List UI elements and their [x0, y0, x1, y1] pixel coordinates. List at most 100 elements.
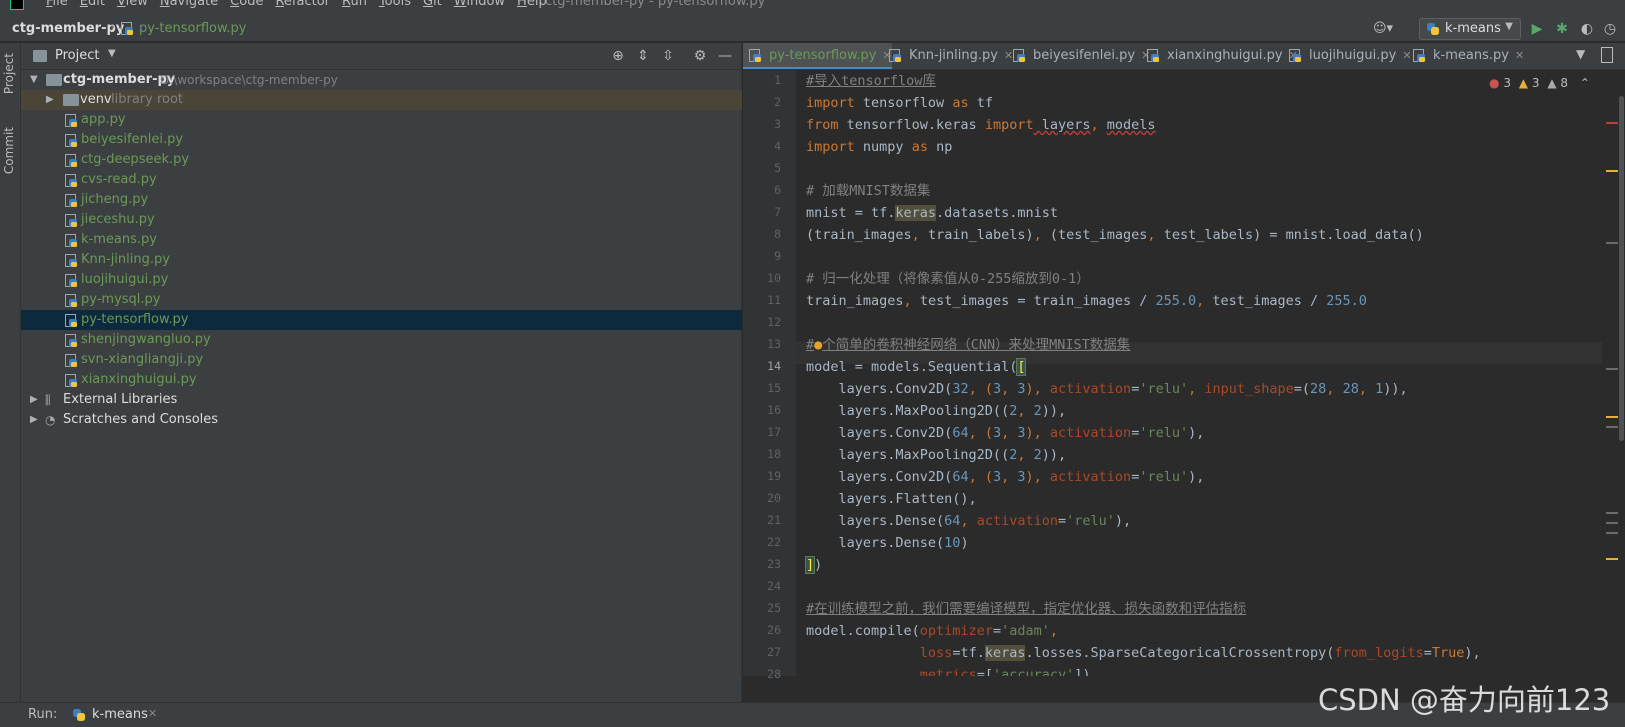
- tree-venv-row[interactable]: ▶ venv library root: [21, 90, 742, 110]
- weak-stripe-marker[interactable]: [1606, 426, 1618, 428]
- project-panel-title[interactable]: Project: [55, 48, 99, 63]
- menu-view[interactable]: View: [117, 0, 148, 9]
- expand-all-icon[interactable]: ⇕: [634, 47, 652, 65]
- chevron-down-icon[interactable]: ▼: [108, 48, 116, 59]
- close-icon[interactable]: ✕: [1515, 49, 1524, 62]
- editor-tab[interactable]: py-tensorflow.py ✕: [743, 43, 892, 69]
- tree-file-row[interactable]: beiyesifenlei.py: [21, 130, 742, 150]
- gear-icon[interactable]: ⚙: [691, 47, 709, 65]
- line-number: 2: [774, 95, 781, 109]
- code-line-25: #在训练模型之前，我们需要编译模型，指定优化器、损失函数和评估指标: [806, 601, 1247, 617]
- line-number: 12: [767, 315, 781, 329]
- line-number: 17: [767, 425, 781, 439]
- tree-file-row[interactable]: cvs-read.py: [21, 170, 742, 190]
- inspection-widget[interactable]: ● 3 ▲ 3 ▲ 8 ⌃ ⌄: [1489, 76, 1610, 90]
- error-icon: ●: [1489, 76, 1500, 90]
- weak-stripe-marker[interactable]: [1606, 532, 1618, 534]
- tree-file-row[interactable]: shenjingwangluo.py: [21, 330, 742, 350]
- warning-stripe-marker[interactable]: [1606, 416, 1618, 418]
- tree-file-row[interactable]: svn-xiangliangji.py: [21, 350, 742, 370]
- tree-file-row[interactable]: luojihuigui.py: [21, 270, 742, 290]
- tree-file-name: shenjingwangluo.py: [81, 332, 211, 347]
- menu-code[interactable]: Code: [230, 0, 263, 9]
- root-folder-path: D:\workspace\ctg-member-py: [160, 73, 338, 87]
- chevron-down-icon: ▼: [1505, 21, 1513, 32]
- close-icon[interactable]: ✕: [148, 707, 157, 720]
- editor-tab[interactable]: Knn-jinling.py ✕: [883, 43, 1013, 69]
- tree-external-libraries-row[interactable]: ▶ ⫼ External Libraries: [21, 390, 742, 410]
- editor-tab[interactable]: beiyesifenlei.py ✕: [1007, 43, 1150, 69]
- run-icon[interactable]: ▶: [1528, 20, 1546, 38]
- project-tool-tab[interactable]: Project: [2, 53, 16, 94]
- line-number: 1: [774, 73, 781, 87]
- split-editor-icon[interactable]: [1601, 47, 1613, 63]
- scratches-icon: ◔: [45, 413, 56, 427]
- code-line-13: #●个简单的卷积神经网络（CNN）来处理MNIST数据集: [806, 337, 1131, 353]
- tree-file-row[interactable]: jicheng.py: [21, 190, 742, 210]
- python-file-icon: [1013, 49, 1025, 62]
- weak-stripe-marker[interactable]: [1606, 512, 1618, 514]
- code-line-18: layers.MaxPooling2D((2, 2)),: [806, 447, 1067, 463]
- run-tab-kmeans[interactable]: k-means: [92, 707, 148, 722]
- coverage-icon[interactable]: ◐: [1578, 20, 1596, 38]
- weak-stripe-marker[interactable]: [1606, 522, 1618, 524]
- weak-stripe-marker[interactable]: [1606, 368, 1618, 370]
- menu-file[interactable]: File: [46, 0, 68, 9]
- python-file-icon: [65, 114, 77, 127]
- breadcrumb-file[interactable]: py-tensorflow.py: [139, 21, 246, 36]
- tree-file-name: beiyesifenlei.py: [81, 132, 184, 147]
- chevron-right-icon[interactable]: ▶: [46, 90, 56, 110]
- tree-file-row[interactable]: app.py: [21, 110, 742, 130]
- tree-file-row[interactable]: ctg-deepseek.py: [21, 150, 742, 170]
- editor-scrollbar[interactable]: [1602, 70, 1625, 676]
- editor-tab[interactable]: xianxinghuigui.py✕: [1141, 43, 1298, 69]
- chevron-right-icon[interactable]: ▶: [30, 390, 40, 410]
- hide-panel-icon[interactable]: —: [716, 47, 734, 65]
- tree-file-row[interactable]: Knn-jinling.py: [21, 250, 742, 270]
- account-icon[interactable]: ☺▾: [1373, 21, 1395, 37]
- tree-file-row[interactable]: py-mysql.py: [21, 290, 742, 310]
- chevron-down-icon[interactable]: ▼: [30, 70, 40, 90]
- more-tabs-chevron-icon[interactable]: ▼: [1576, 47, 1585, 61]
- tree-file-row[interactable]: jieceshu.py: [21, 210, 742, 230]
- locate-icon[interactable]: ⊕: [609, 47, 627, 65]
- menu-refactor[interactable]: Refactor: [275, 0, 330, 9]
- menu-help[interactable]: Help: [517, 0, 547, 9]
- debug-icon[interactable]: ✱: [1553, 20, 1571, 38]
- run-config-selector[interactable]: k-means ▼: [1419, 18, 1521, 40]
- tree-file-name: py-mysql.py: [81, 292, 161, 307]
- editor-tab[interactable]: k-means.py ✕: [1407, 43, 1524, 69]
- menu-tools[interactable]: Tools: [379, 0, 411, 9]
- folder-icon: [46, 74, 62, 86]
- tree-file-name: app.py: [81, 112, 126, 127]
- menu-window[interactable]: Window: [454, 0, 505, 9]
- weak-stripe-marker[interactable]: [1606, 242, 1618, 244]
- chevron-right-icon[interactable]: ▶: [30, 410, 40, 430]
- tree-scratches-row[interactable]: ▶ ◔ Scratches and Consoles: [21, 410, 742, 430]
- previous-highlight-icon[interactable]: ⌃: [1580, 76, 1590, 90]
- code-line-22: layers.Dense(10): [806, 535, 969, 551]
- tree-file-row[interactable]: py-tensorflow.py: [21, 310, 742, 330]
- collapse-all-icon[interactable]: ⇳: [659, 47, 677, 65]
- tree-root-row[interactable]: ▼ ctg-member-py D:\workspace\ctg-member-…: [21, 70, 742, 90]
- menu-git[interactable]: Git: [423, 0, 442, 9]
- menu-edit[interactable]: Edit: [80, 0, 105, 9]
- commit-tool-tab[interactable]: Commit: [2, 127, 16, 174]
- tree-file-row[interactable]: k-means.py: [21, 230, 742, 250]
- warning-icon: ▲: [1518, 76, 1529, 90]
- breadcrumb-project[interactable]: ctg-member-py: [12, 21, 124, 36]
- editor-tab[interactable]: luojihuigui.py ✕: [1283, 43, 1412, 69]
- code-editor[interactable]: #导入tensorflow库 import tensorflow as tf f…: [796, 70, 1602, 676]
- line-number: 6: [774, 183, 781, 197]
- scroll-thumb[interactable]: [1619, 96, 1624, 441]
- tree-file-name: py-tensorflow.py: [81, 312, 189, 327]
- menu-run[interactable]: Run: [342, 0, 367, 9]
- warning-stripe-marker[interactable]: [1606, 558, 1618, 560]
- error-stripe-marker[interactable]: [1606, 122, 1618, 124]
- code-line-7: mnist = tf.keras.datasets.mnist: [806, 205, 1058, 221]
- tree-file-row[interactable]: xianxinghuigui.py: [21, 370, 742, 390]
- profile-icon[interactable]: ◷: [1601, 20, 1619, 38]
- left-tool-strip: Project Commit: [0, 43, 21, 702]
- warning-stripe-marker[interactable]: [1606, 170, 1618, 172]
- menu-navigate[interactable]: Navigate: [160, 0, 218, 9]
